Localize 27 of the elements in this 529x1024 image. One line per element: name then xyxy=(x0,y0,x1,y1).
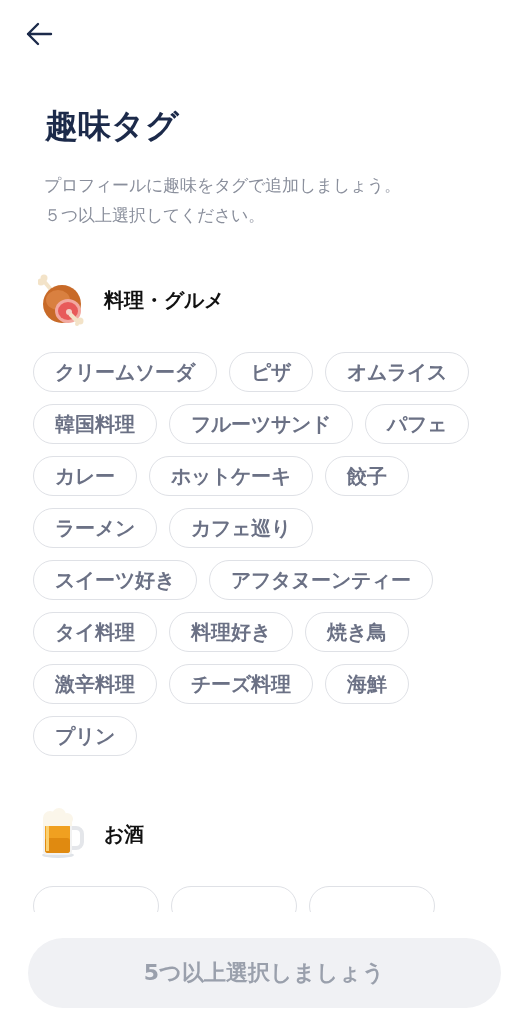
category-title: 料理・グルメ xyxy=(104,286,224,314)
description-text: ５つ以上選択してください。 xyxy=(44,204,266,227)
tag-chip[interactable]: 焼き鳥 xyxy=(305,612,409,652)
tag-chip[interactable]: チーズ料理 xyxy=(169,664,313,704)
tag-chip[interactable]: 韓国料理 xyxy=(33,404,157,444)
back-icon[interactable] xyxy=(25,22,53,46)
meat-icon xyxy=(38,274,86,326)
tag-chip[interactable]: クリームソーダ xyxy=(33,352,217,392)
description-text: プロフィールに趣味をタグで追加しましょう。 xyxy=(44,174,402,197)
tag-chip[interactable]: アフタヌーンティー xyxy=(209,560,433,600)
tag-chip[interactable]: 料理好き xyxy=(169,612,293,652)
category-title: お酒 xyxy=(104,820,144,848)
tag-chip[interactable]: カレー xyxy=(33,456,137,496)
tag-chip[interactable]: タイ料理 xyxy=(33,612,157,652)
page-title: 趣味タグ xyxy=(45,105,180,147)
tag-chip[interactable]: ラーメン xyxy=(33,508,157,548)
tag-chip[interactable]: プリン xyxy=(33,716,137,756)
tag-chip[interactable]: ピザ xyxy=(229,352,313,392)
tag-chip[interactable]: スイーツ好き xyxy=(33,560,197,600)
tag-chip[interactable]: 餃子 xyxy=(325,456,409,496)
tag-chip[interactable]: 激辛料理 xyxy=(33,664,157,704)
tag-chip[interactable]: 海鮮 xyxy=(325,664,409,704)
tag-chip[interactable]: フルーツサンド xyxy=(169,404,353,444)
tag-chip[interactable]: パフェ xyxy=(365,404,469,444)
tag-chip[interactable]: カフェ巡り xyxy=(169,508,313,548)
tag-chip[interactable]: ホットケーキ xyxy=(149,456,313,496)
tag-chip[interactable]: オムライス xyxy=(325,352,469,392)
